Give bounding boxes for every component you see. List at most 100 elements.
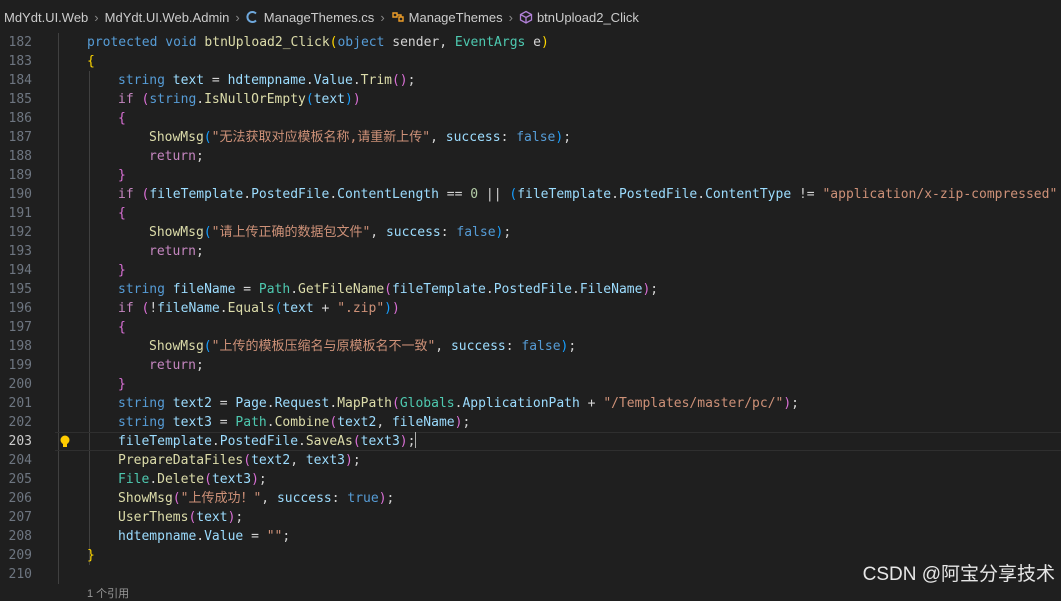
code-token: .: [266, 415, 275, 430]
breadcrumb-label: ManageThemes.cs: [263, 9, 375, 25]
code-token: (: [305, 92, 314, 107]
code-token: (: [203, 130, 212, 145]
code-token: Combine: [274, 415, 330, 430]
code-line[interactable]: 208 hdtempname.Value = "";: [0, 527, 1061, 546]
code-token: ,: [430, 130, 446, 145]
breadcrumb-label: ManageThemes: [408, 9, 503, 25]
code-token: .: [298, 434, 306, 449]
line-number: 198: [8, 339, 32, 354]
code-token: Equals: [227, 301, 275, 316]
code-token: !=: [791, 187, 823, 202]
code-token: ".zip": [337, 301, 385, 316]
code-token: :: [505, 339, 522, 354]
code-line[interactable]: 193 return;: [0, 242, 1061, 261]
code-line[interactable]: 184 string text = hdtempname.Value.Trim()…: [0, 71, 1061, 90]
codelens-references[interactable]: 1 个引用: [87, 585, 129, 601]
code-line[interactable]: 204 PrepareDataFiles(text2, text3);: [0, 451, 1061, 470]
code-line[interactable]: 188 return;: [0, 147, 1061, 166]
line-number: 206: [8, 491, 32, 506]
breadcrumb-item-method[interactable]: btnUpload2_Click: [519, 10, 639, 25]
code-line[interactable]: 199 return;: [0, 356, 1061, 375]
code-line[interactable]: 202 string text3 = Path.Combine(text2, fi…: [0, 413, 1061, 432]
code-line[interactable]: 206 ShowMsg("上传成功！", success: true);: [0, 489, 1061, 508]
code-token: ShowMsg: [118, 491, 173, 506]
code-token: &&: [1057, 187, 1061, 202]
code-token: btnUpload2_Click: [204, 35, 330, 50]
code-text: ShowMsg("上传成功！", success: true);: [118, 489, 394, 508]
code-token: ContentType: [705, 187, 792, 202]
code-token: ShowMsg: [149, 130, 204, 145]
code-text: string text2 = Page.Request.MapPath(Glob…: [118, 394, 799, 413]
code-token: .: [211, 434, 220, 449]
line-number: 183: [8, 54, 32, 69]
code-line[interactable]: 194}: [0, 261, 1061, 280]
code-token: Globals: [399, 396, 455, 411]
code-line[interactable]: 191 {: [0, 204, 1061, 223]
code-token: PostedFile: [493, 282, 572, 297]
code-token: .: [611, 187, 619, 202]
code-text: }: [118, 166, 126, 185]
code-token: }: [118, 263, 126, 278]
code-line[interactable]: 182 protected void btnUpload2_Click(objec…: [0, 33, 1061, 52]
code-token: text3: [360, 434, 400, 449]
code-line[interactable]: 190 if (fileTemplate.PostedFile.ContentLe…: [0, 185, 1061, 204]
code-line[interactable]: 196 if (!fileName.Equals(text + ".zip")): [0, 299, 1061, 318]
code-line[interactable]: 185 if (string.IsNullOrEmpty(text)): [0, 90, 1061, 109]
code-line[interactable]: 200}: [0, 375, 1061, 394]
breadcrumb-item-class[interactable]: ManageThemes: [391, 10, 503, 25]
code-token: ApplicationPath: [462, 396, 580, 411]
breadcrumb-item-file[interactable]: ManageThemes.cs: [246, 9, 375, 25]
line-number: 204: [8, 453, 32, 468]
code-line[interactable]: 183 {: [0, 52, 1061, 71]
code-token: ): [541, 35, 549, 50]
line-number: 201: [8, 396, 32, 411]
code-token: ): [384, 301, 392, 316]
csharp-file-icon: [246, 11, 257, 23]
code-line[interactable]: 187 ShowMsg("无法获取对应模板名称,请重新上传", success: …: [0, 128, 1061, 147]
code-editor[interactable]: 182 protected void btnUpload2_Click(objec…: [0, 33, 1061, 592]
code-token: ,: [290, 453, 306, 468]
code-line[interactable]: 186 {: [0, 109, 1061, 128]
code-token: ;: [282, 529, 291, 544]
code-text: }: [118, 375, 126, 394]
code-token: "上传的模板压缩名与原模板名不一致": [211, 339, 436, 354]
code-line[interactable]: 201 string text2 = Page.Request.MapPath(G…: [0, 394, 1061, 413]
code-line[interactable]: 198 ShowMsg("上传的模板压缩名与原模板名不一致", success: …: [0, 337, 1061, 356]
code-token: Delete: [157, 472, 205, 487]
code-token: =: [235, 282, 259, 297]
line-number: 182: [8, 35, 32, 50]
breadcrumb-label: btnUpload2_Click: [536, 9, 639, 25]
code-token: if: [118, 301, 134, 316]
code-token: .: [572, 282, 580, 297]
code-token: (: [391, 396, 400, 411]
line-number: 195: [8, 282, 32, 297]
code-line[interactable]: 203 fileTemplate.PostedFile.SaveAs(text3)…: [0, 432, 1061, 451]
code-line[interactable]: 205 File.Delete(text3);: [0, 470, 1061, 489]
code-token: success: [276, 491, 332, 506]
code-line[interactable]: 189}: [0, 166, 1061, 185]
code-token: ): [378, 491, 387, 506]
code-line[interactable]: 195 string fileName = Path.GetFileName(fi…: [0, 280, 1061, 299]
code-token: ;: [386, 491, 395, 506]
code-token: :: [440, 225, 457, 240]
lightbulb-icon[interactable]: [58, 434, 72, 449]
code-token: success: [385, 225, 441, 240]
breadcrumb-item-project[interactable]: MdYdt.UI.Web: [4, 10, 88, 25]
code-line[interactable]: 192 ShowMsg("请上传正确的数据包文件", success: false…: [0, 223, 1061, 242]
code-token: "": [266, 529, 283, 544]
code-token: fileName: [172, 282, 236, 297]
code-token: ;: [568, 339, 577, 354]
code-token: =: [211, 396, 236, 411]
code-line[interactable]: 207 UserThems(text);: [0, 508, 1061, 527]
code-token: false: [516, 130, 556, 145]
line-number: 197: [8, 320, 32, 335]
code-token: EventArgs: [454, 35, 526, 50]
breadcrumb-item-folder[interactable]: MdYdt.UI.Web.Admin: [105, 10, 230, 25]
code-token: void: [165, 35, 197, 50]
line-number: 209: [8, 548, 32, 563]
code-token: ShowMsg: [149, 225, 204, 240]
code-line[interactable]: 197 {: [0, 318, 1061, 337]
code-text: if (!fileName.Equals(text + ".zip")): [118, 299, 400, 318]
code-token: .: [219, 301, 228, 316]
